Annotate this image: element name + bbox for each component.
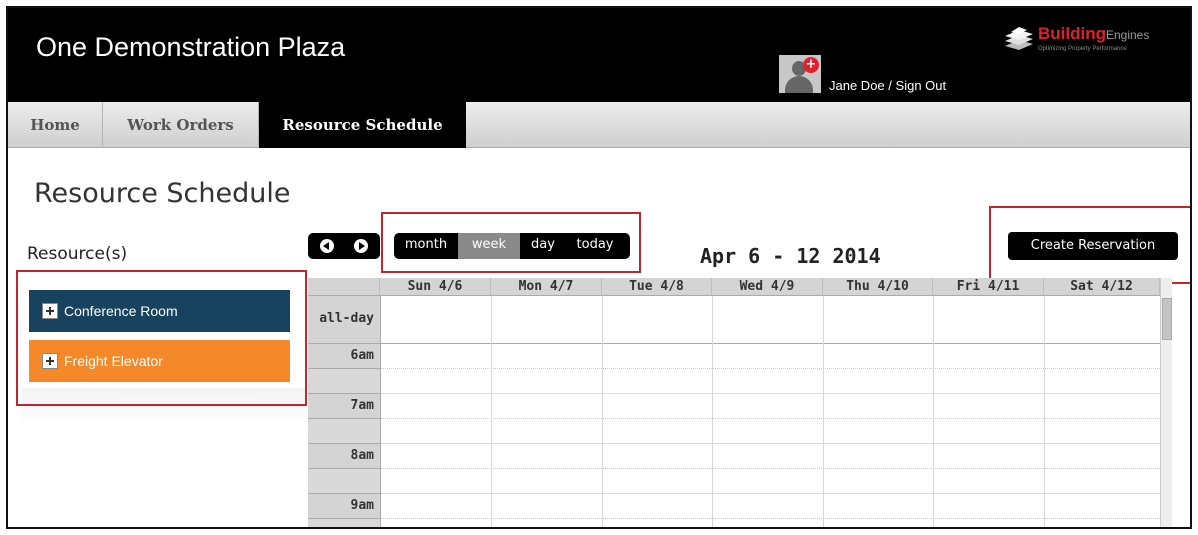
header-bar: One Demonstration Plaza + Jane Doe / Sig… bbox=[8, 8, 1190, 102]
date-range-title: Apr 6 - 12 2014 bbox=[700, 244, 881, 268]
day-header[interactable]: Thu 4/10 bbox=[823, 278, 933, 296]
page-title: Resource Schedule bbox=[34, 178, 291, 209]
prev-arrow-icon[interactable] bbox=[320, 239, 334, 253]
grid-line bbox=[491, 296, 492, 527]
hour-label-9am: 9am bbox=[308, 494, 380, 519]
time-slot-row[interactable] bbox=[380, 444, 1160, 469]
user-line: Jane Doe / Sign Out bbox=[829, 78, 946, 93]
calendar-scrollbar[interactable] bbox=[1160, 278, 1172, 527]
half-hour-label bbox=[308, 469, 380, 494]
hour-label-6am: 6am bbox=[308, 344, 380, 369]
main-nav: Home Work Orders Resource Schedule bbox=[8, 102, 1190, 148]
grid-line bbox=[933, 296, 934, 527]
day-header[interactable]: Wed 4/9 bbox=[712, 278, 823, 296]
all-day-slot-row[interactable] bbox=[380, 296, 1160, 344]
user-avatar-icon[interactable]: + bbox=[779, 55, 821, 93]
next-arrow-icon[interactable] bbox=[354, 239, 368, 253]
scrollbar-thumb[interactable] bbox=[1162, 298, 1172, 340]
time-slot-row[interactable] bbox=[380, 369, 1160, 394]
brand-stack-icon bbox=[1005, 27, 1033, 50]
day-header[interactable]: Mon 4/7 bbox=[491, 278, 602, 296]
half-hour-label bbox=[308, 419, 380, 444]
day-header[interactable]: Sun 4/6 bbox=[380, 278, 491, 296]
brand-tagline: Optimizing Property Performance bbox=[1038, 46, 1127, 52]
half-hour-label bbox=[308, 369, 380, 394]
brand-logo: BuildingEngines Optimizing Property Perf… bbox=[1003, 24, 1173, 64]
hour-label-8am: 8am bbox=[308, 444, 380, 469]
week-calendar: Sun 4/6 Mon 4/7 Tue 4/8 Wed 4/9 Thu 4/10… bbox=[308, 278, 1172, 527]
user-name: Jane Doe bbox=[829, 78, 885, 93]
tab-work-orders[interactable]: Work Orders bbox=[103, 102, 259, 148]
all-day-label: all-day bbox=[308, 296, 380, 344]
time-column-header bbox=[308, 278, 380, 296]
grid-line bbox=[1044, 296, 1045, 527]
brand-name: BuildingEngines bbox=[1038, 24, 1150, 43]
day-header[interactable]: Tue 4/8 bbox=[602, 278, 712, 296]
grid-line bbox=[380, 296, 381, 527]
create-highlight-box bbox=[989, 206, 1190, 284]
app-window: One Demonstration Plaza + Jane Doe / Sig… bbox=[6, 6, 1192, 529]
add-photo-icon: + bbox=[803, 57, 819, 73]
time-slot-row[interactable] bbox=[380, 419, 1160, 444]
time-slot-row[interactable] bbox=[380, 344, 1160, 369]
time-slot-row[interactable] bbox=[380, 494, 1160, 519]
calendar-nav-arrows bbox=[308, 233, 380, 259]
grid-line bbox=[712, 296, 713, 527]
tab-home[interactable]: Home bbox=[8, 102, 103, 148]
view-highlight-box bbox=[381, 212, 641, 273]
resource-highlight-box bbox=[16, 270, 307, 406]
sign-out-link[interactable]: Sign Out bbox=[896, 78, 947, 93]
time-slot-row[interactable] bbox=[380, 469, 1160, 494]
hour-label-7am: 7am bbox=[308, 394, 380, 419]
half-hour-label bbox=[308, 519, 380, 527]
grid-line bbox=[602, 296, 603, 527]
site-title: One Demonstration Plaza bbox=[36, 32, 346, 62]
resources-label: Resource(s) bbox=[27, 244, 128, 264]
day-header[interactable]: Fri 4/11 bbox=[933, 278, 1044, 296]
grid-line bbox=[823, 296, 824, 527]
day-header[interactable]: Sat 4/12 bbox=[1044, 278, 1160, 296]
user-separator: / bbox=[888, 78, 892, 93]
tab-resource-schedule[interactable]: Resource Schedule bbox=[259, 102, 466, 148]
time-slot-row[interactable] bbox=[380, 394, 1160, 419]
